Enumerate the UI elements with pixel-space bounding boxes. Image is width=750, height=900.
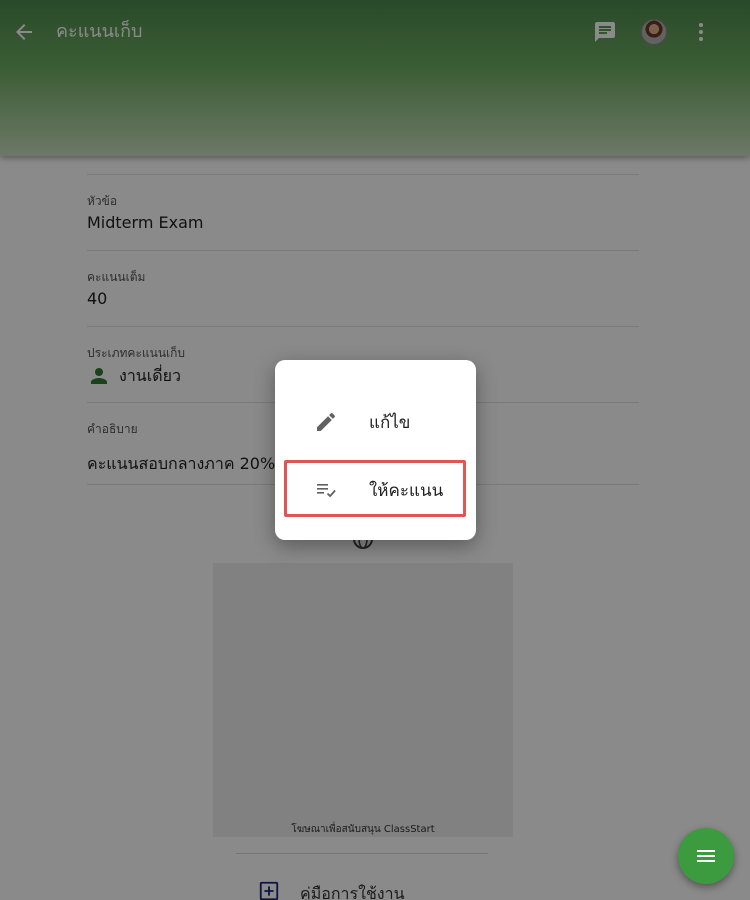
edit-label: แก้ไข — [369, 412, 411, 433]
edit-pencil-icon — [317, 412, 336, 431]
action-dialog: แก้ไข ให้คะแนน — [275, 360, 476, 540]
playlist-check-icon — [317, 484, 336, 498]
menu-fab[interactable] — [678, 828, 734, 884]
give-score-menu-item[interactable]: ให้คะแนน — [275, 460, 476, 520]
menu-icon — [697, 850, 715, 862]
edit-menu-item[interactable]: แก้ไข — [275, 392, 476, 452]
give-score-label: ให้คะแนน — [369, 480, 444, 501]
